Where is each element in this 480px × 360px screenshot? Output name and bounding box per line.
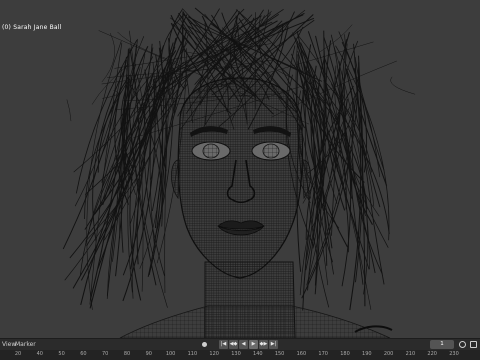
frame-tick-label: 20: [14, 351, 22, 357]
frame-tick-label: 230: [449, 351, 459, 357]
frame-tick-label: 140: [253, 351, 263, 357]
frame-tick-label: 50: [58, 351, 65, 357]
frame-tick-label: 180: [340, 351, 350, 357]
prev-keyframe-icon[interactable]: ◀◆: [229, 340, 238, 349]
hair-strand: [101, 32, 115, 83]
frame-tick-label: 70: [102, 351, 109, 357]
frame-tick-label: 170: [318, 351, 328, 357]
frame-tick-label: 80: [123, 351, 131, 357]
wireframe-mesh: [62, 7, 416, 338]
frame-tick-label: 160: [296, 351, 307, 357]
hair-strand: [66, 99, 72, 122]
keyframe-toggle-icon[interactable]: [202, 342, 207, 347]
face-mesh: [177, 77, 304, 279]
frame-tick-label: 190: [362, 351, 372, 357]
frame-tick-label: 130: [231, 351, 241, 357]
frame-tick-label: 120: [209, 351, 219, 357]
hair-strand: [390, 76, 416, 95]
next-keyframe-icon[interactable]: ◆▶: [259, 340, 268, 349]
shoulder-mesh: [119, 305, 391, 338]
current-frame-field[interactable]: 1: [430, 340, 454, 349]
left-eye-mesh: [191, 141, 231, 161]
playback-controls: |◀ ◀◆ ◀ ▶ ◆▶ ▶|: [219, 340, 278, 350]
frame-ruler[interactable]: 20 40 50 60 70 80 90 100 110 120 130 140 150 160 170 18…: [0, 350, 480, 360]
frame-tick-label: 90: [145, 351, 152, 357]
frame-tick-label: 200: [383, 351, 394, 357]
left-ear-mesh: [171, 159, 181, 200]
jump-start-icon[interactable]: |◀: [219, 340, 228, 349]
3d-viewport[interactable]: (0) Sarah Jane Ball: [0, 0, 480, 338]
active-object-label: (0) Sarah Jane Ball: [2, 24, 62, 31]
timeline-header: View Marker |◀ ◀◆ ◀ ▶ ◆▶ ▶| 1: [0, 338, 480, 350]
play-reverse-icon[interactable]: ◀: [239, 340, 248, 349]
frame-range-icon[interactable]: [470, 341, 477, 348]
frame-tick-label: 110: [187, 351, 198, 357]
jump-end-icon[interactable]: ▶|: [269, 340, 278, 349]
right-eye-mesh: [251, 141, 291, 161]
frame-tick-label: 210: [405, 351, 416, 357]
frame-tick-label: 100: [165, 351, 176, 357]
frame-tick-label: 60: [80, 351, 87, 357]
frame-tick-label: 40: [36, 351, 43, 357]
clock-icon[interactable]: [459, 341, 466, 348]
frame-tick-label: 150: [274, 351, 285, 357]
marker-menu[interactable]: Marker: [15, 341, 36, 348]
hair-strand: [62, 59, 127, 250]
play-icon[interactable]: ▶: [249, 340, 258, 349]
frame-tick-label: 220: [427, 351, 437, 357]
